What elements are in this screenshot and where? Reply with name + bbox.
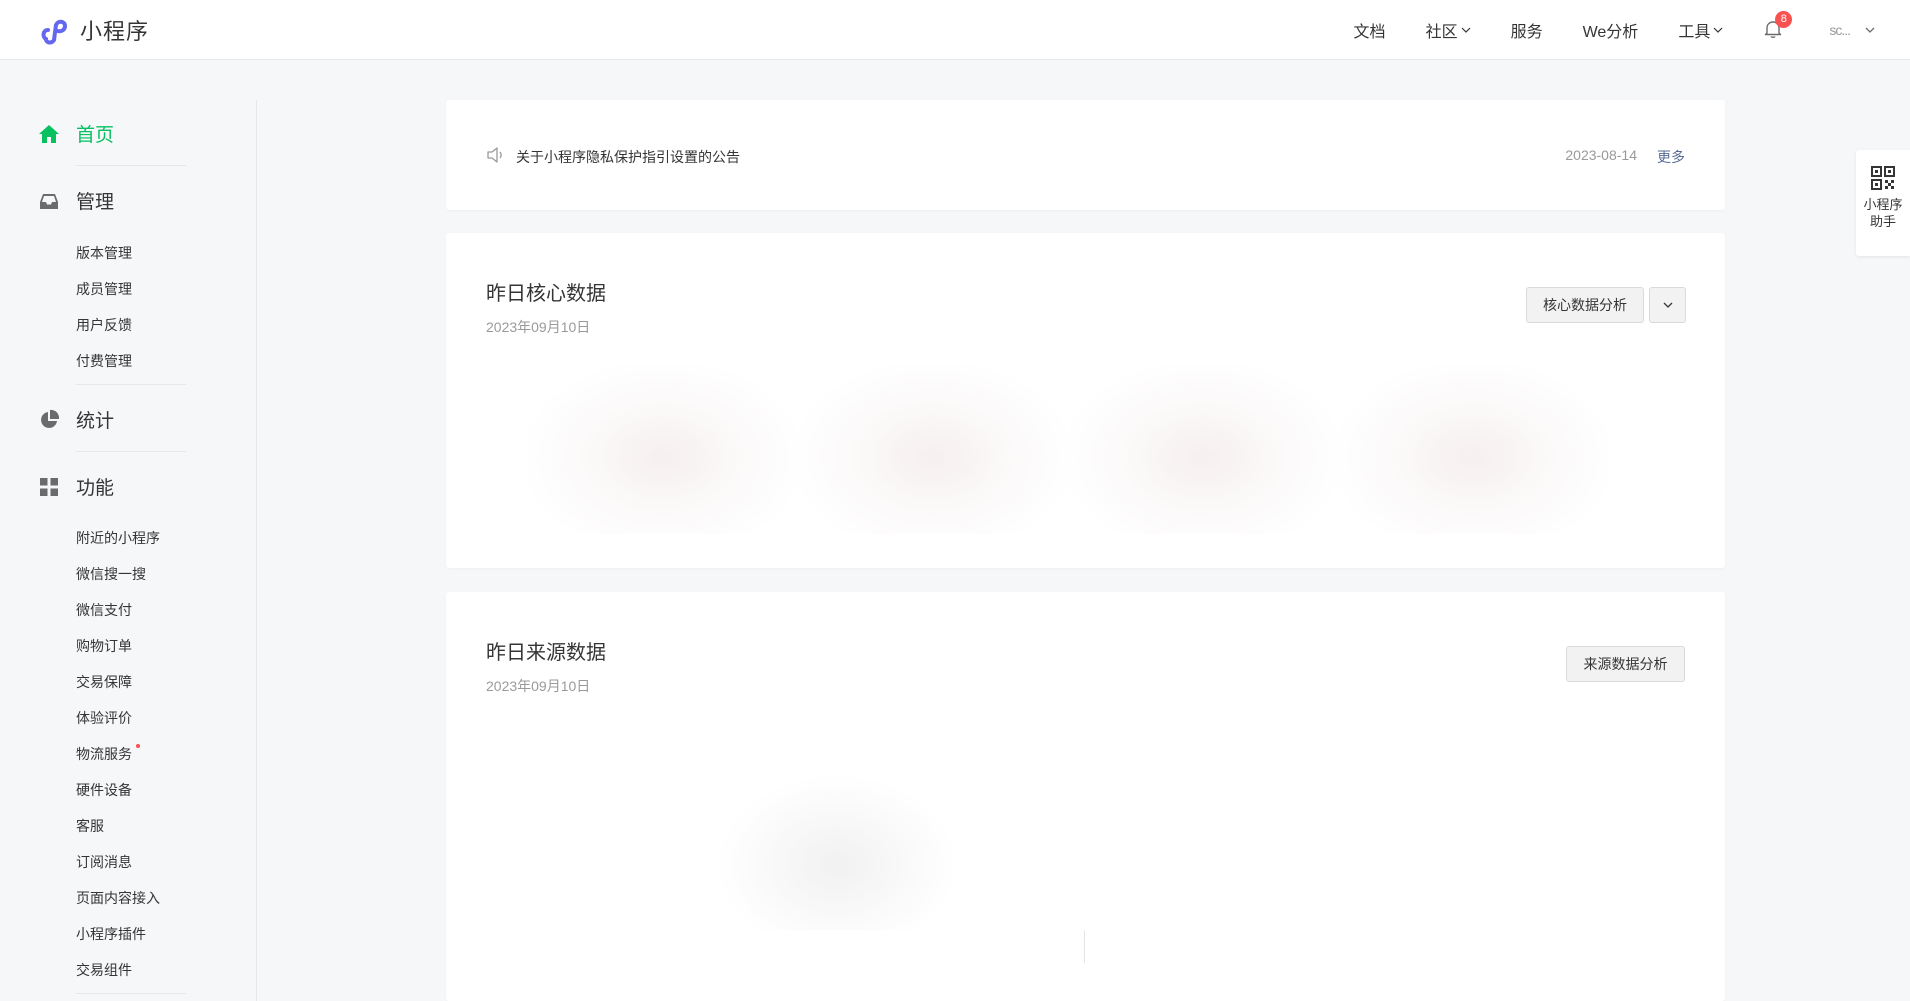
loading-placeholder-block — [1068, 364, 1338, 534]
sidebar-stats-label: 统计 — [76, 411, 115, 432]
divider — [76, 165, 186, 166]
inbox-icon — [40, 193, 58, 209]
nav-we-analytics[interactable]: We分析 — [1583, 18, 1639, 42]
user-menu[interactable]: sc... — [1829, 22, 1876, 38]
nav-tools-label: 工具 — [1678, 24, 1711, 41]
sidebar-item-page-content[interactable]: 页面内容接入 — [76, 888, 160, 908]
speaker-icon — [487, 147, 502, 163]
home-icon — [39, 124, 59, 143]
nav-docs-label: 文档 — [1353, 24, 1386, 41]
core-data-card: 昨日核心数据 2023年09月10日 核心数据分析 — [446, 233, 1725, 568]
announcement-date: 2023-08-14 — [1565, 147, 1637, 163]
nav-services[interactable]: 服务 — [1511, 18, 1543, 42]
sidebar-manage-label: 管理 — [76, 192, 115, 213]
core-analysis-button[interactable]: 核心数据分析 — [1526, 287, 1644, 323]
sidebar-item-experience-review[interactable]: 体验评价 — [76, 708, 132, 728]
miniprogram-logo-icon — [41, 19, 68, 45]
sidebar-item-version-manage[interactable]: 版本管理 — [76, 243, 132, 263]
sidebar-item-customer-service[interactable]: 客服 — [76, 816, 104, 836]
sidebar-features-label: 功能 — [76, 478, 115, 499]
sidebar-item-trade-components[interactable]: 交易组件 — [76, 960, 132, 980]
top-bar: 小程序 文档 社区 服务 We分析 工具 8 sc... — [0, 0, 1910, 60]
divider — [76, 451, 186, 452]
sidebar-item-nearby[interactable]: 附近的小程序 — [76, 528, 160, 548]
loading-placeholder — [528, 364, 1608, 534]
nav-tools[interactable]: 工具 — [1678, 18, 1723, 42]
announcement-more-link[interactable]: 更多 — [1657, 147, 1685, 167]
sidebar-item-hardware[interactable]: 硬件设备 — [76, 780, 132, 800]
divider — [76, 993, 186, 994]
source-data-card: 昨日来源数据 2023年09月10日 来源数据分析 — [446, 592, 1725, 1001]
assistant-label: 小程序助手 — [1863, 197, 1903, 229]
miniprogram-assistant[interactable]: 小程序助手 — [1856, 150, 1910, 256]
source-analysis-button[interactable]: 来源数据分析 — [1566, 646, 1685, 682]
brand[interactable]: 小程序 — [38, 13, 149, 47]
core-data-date: 2023年09月10日 — [486, 319, 591, 335]
chevron-down-icon — [1713, 27, 1723, 33]
sidebar-item-shopping-orders[interactable]: 购物订单 — [76, 636, 132, 656]
nav-community-label: 社区 — [1425, 24, 1458, 41]
sidebar-item-plugins[interactable]: 小程序插件 — [76, 924, 146, 944]
sidebar: 首页 管理 版本管理 成员管理 用户反馈 付费管理 统计 功能 附近的小程序 微… — [0, 60, 257, 1001]
loading-placeholder-block — [798, 364, 1068, 534]
nav-services-label: 服务 — [1510, 24, 1543, 41]
core-analysis-dropdown[interactable] — [1649, 287, 1686, 323]
sidebar-item-user-feedback[interactable]: 用户反馈 — [76, 315, 132, 335]
new-dot-indicator — [136, 744, 140, 748]
chevron-down-icon — [1663, 302, 1672, 308]
grid-icon — [40, 477, 58, 496]
brand-name: 小程序 — [80, 19, 150, 44]
sidebar-item-stats[interactable]: 统计 — [38, 406, 114, 433]
sidebar-item-member-manage[interactable]: 成员管理 — [76, 279, 132, 299]
loading-placeholder — [473, 712, 1686, 930]
loading-placeholder-block — [528, 364, 798, 534]
core-data-title: 昨日核心数据 — [486, 283, 606, 305]
qr-code-icon — [1871, 166, 1895, 190]
sidebar-item-wechat-pay[interactable]: 微信支付 — [76, 600, 132, 620]
pie-chart-icon — [41, 409, 60, 428]
sidebar-item-logistics[interactable]: 物流服务 — [76, 744, 132, 764]
announcement-card: 关于小程序隐私保护指引设置的公告 2023-08-14 更多 — [446, 100, 1725, 210]
sidebar-item-wechat-search[interactable]: 微信搜一搜 — [76, 564, 146, 584]
sidebar-item-manage[interactable]: 管理 — [38, 187, 114, 214]
notification-badge: 8 — [1775, 11, 1793, 28]
sidebar-item-home[interactable]: 首页 — [38, 120, 114, 147]
sidebar-divider — [256, 100, 257, 1001]
notifications-button[interactable]: 8 — [1763, 11, 1793, 41]
source-data-date: 2023年09月10日 — [486, 678, 591, 694]
user-name: sc... — [1829, 22, 1851, 38]
sidebar-item-features[interactable]: 功能 — [38, 473, 114, 500]
nav-docs[interactable]: 文档 — [1354, 18, 1386, 42]
sidebar-item-trade-guarantee[interactable]: 交易保障 — [76, 672, 132, 692]
nav-we-analytics-label: We分析 — [1582, 24, 1639, 41]
sidebar-item-payment-manage[interactable]: 付费管理 — [76, 351, 132, 371]
top-nav: 文档 社区 服务 We分析 工具 8 sc... — [1354, 0, 1910, 60]
divider — [76, 384, 186, 385]
source-data-title: 昨日来源数据 — [486, 642, 606, 664]
chevron-down-icon — [1461, 27, 1471, 33]
sidebar-home-label: 首页 — [76, 125, 115, 146]
chevron-down-icon — [1865, 27, 1875, 33]
nav-community[interactable]: 社区 — [1426, 18, 1471, 42]
sidebar-item-subscribe-message[interactable]: 订阅消息 — [76, 852, 132, 872]
announcement-link[interactable]: 关于小程序隐私保护指引设置的公告 — [516, 147, 740, 167]
loading-placeholder-block — [1338, 364, 1608, 534]
divider — [1084, 930, 1085, 963]
